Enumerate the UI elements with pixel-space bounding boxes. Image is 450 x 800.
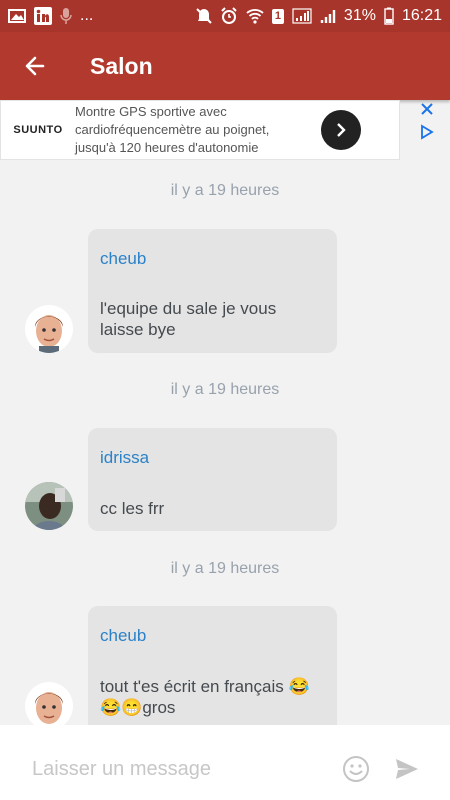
ad-controls	[404, 100, 450, 160]
app-bar: Salon	[0, 32, 450, 100]
status-bar: ... 1 31% 16:21	[0, 0, 450, 32]
battery-icon	[384, 7, 394, 25]
status-more: ...	[80, 7, 94, 24]
message-line: tout t'es écrit en français 😂	[100, 677, 310, 696]
message-author[interactable]: cheub	[100, 249, 146, 269]
adchoices-icon[interactable]	[419, 124, 435, 140]
wifi-icon	[246, 8, 264, 24]
back-button[interactable]	[0, 32, 70, 100]
message-text: cc les frr	[100, 498, 325, 519]
message-text: l'equipe du sale je vous laisse bye	[100, 298, 325, 340]
signal-icon	[292, 8, 312, 24]
microphone-icon	[60, 7, 72, 25]
message-timestamp: il y a 19 heures	[170, 182, 280, 199]
chevron-right-icon	[337, 123, 346, 137]
send-button[interactable]	[394, 757, 420, 786]
ad-text: Montre GPS sportive avec cardiofréquence…	[75, 104, 270, 155]
message-line: laisse bye	[100, 320, 176, 339]
message-author[interactable]: idrissa	[100, 448, 149, 468]
cell-signal-icon	[320, 8, 336, 24]
message-line: 😂😁gros	[100, 698, 176, 717]
page-title: Salon	[90, 52, 153, 79]
status-right: 1 31% 16:21	[196, 7, 442, 25]
arrow-left-icon	[25, 56, 45, 76]
linkedin-icon	[34, 7, 52, 25]
message-timestamp: il y a 19 heures	[170, 560, 280, 577]
send-icon	[396, 759, 418, 779]
message-bubble: cheub tout t'es écrit en français 😂 😂😁gr…	[88, 606, 337, 725]
emoji-button[interactable]	[342, 755, 370, 788]
image-icon	[8, 8, 26, 24]
avatar[interactable]	[25, 682, 73, 725]
message-text: tout t'es écrit en français 😂 😂😁gros	[100, 676, 325, 718]
avatar[interactable]	[25, 482, 73, 530]
mute-icon	[196, 7, 212, 25]
ad-brand-logo: SUUNTO	[13, 124, 63, 136]
smiley-icon	[343, 756, 369, 782]
battery-percent: 31%	[343, 7, 376, 24]
ad-banner[interactable]: SUUNTO Montre GPS sportive avec cardiofr…	[0, 100, 400, 160]
status-time: 16:21	[401, 7, 442, 24]
message-line: cc les frr	[100, 499, 165, 518]
message-bubble: idrissa cc les frr	[88, 428, 337, 531]
ad-open-button[interactable]	[321, 110, 361, 150]
message-input[interactable]: Laisser un message	[32, 758, 211, 781]
status-left: ...	[8, 7, 93, 25]
close-icon[interactable]	[420, 102, 434, 116]
sim-badge: 1	[271, 8, 284, 24]
chat-feed[interactable]: il y a 19 heures cheub l'equipe du sale …	[0, 160, 450, 725]
message-timestamp: il y a 19 heures	[170, 381, 280, 398]
avatar[interactable]	[25, 305, 73, 353]
message-line: l'equipe du sale je vous	[100, 299, 277, 318]
alarm-icon	[220, 7, 238, 25]
message-bubble: cheub l'equipe du sale je vous laisse by…	[88, 229, 337, 353]
message-author[interactable]: cheub	[100, 626, 146, 646]
